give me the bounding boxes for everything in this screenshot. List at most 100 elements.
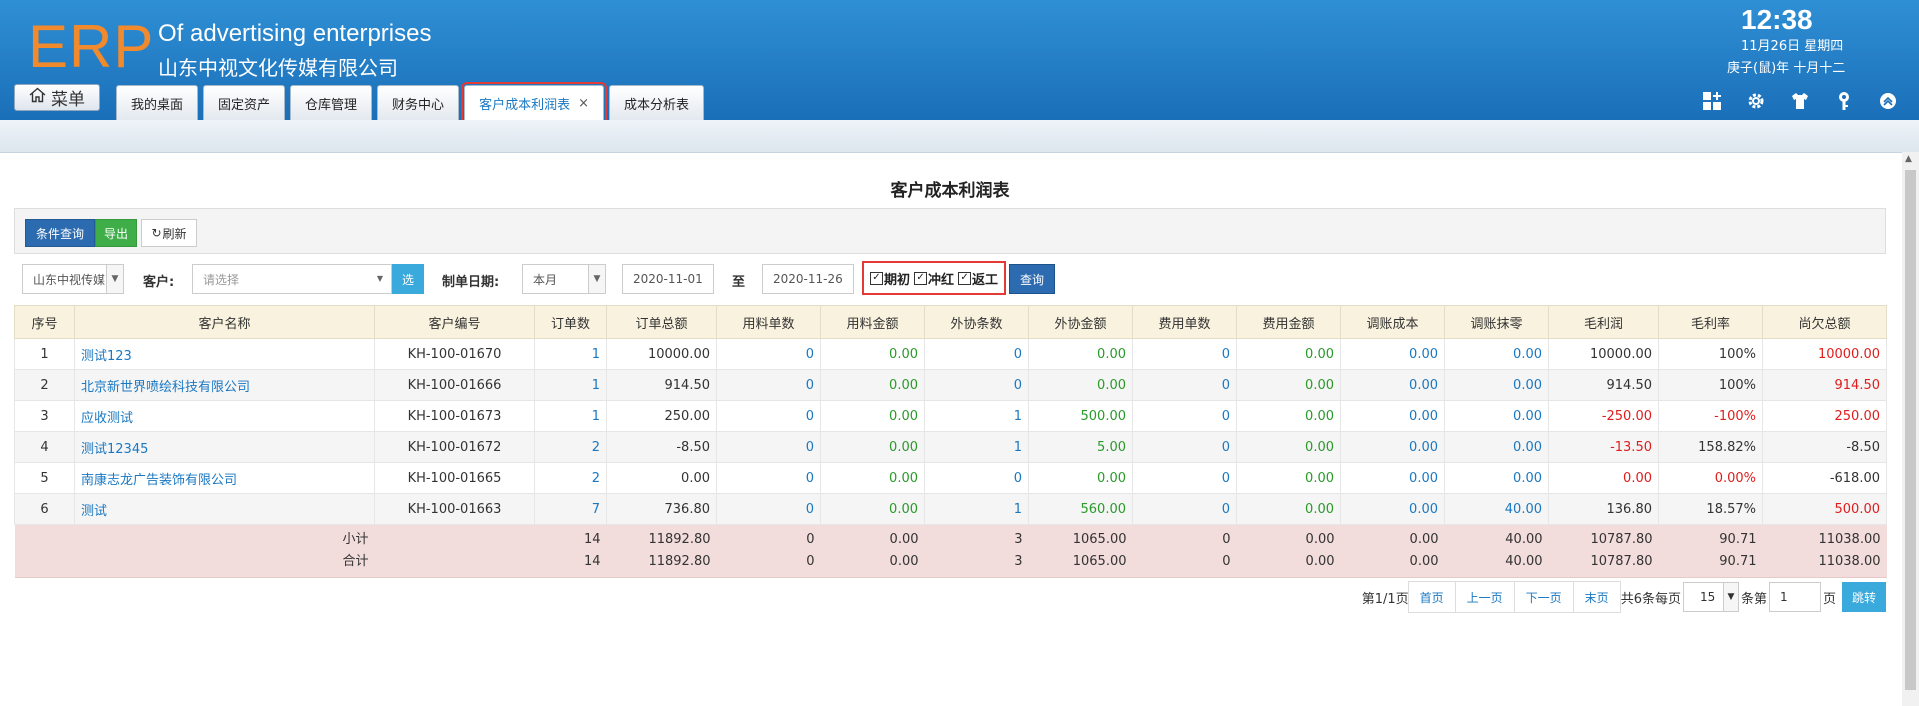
col-header[interactable]: 用料金额: [820, 305, 925, 339]
tab-fixed-assets[interactable]: 固定资产: [203, 85, 286, 120]
company-select[interactable]: 山东中视传媒 ▼: [22, 264, 124, 294]
orders-link[interactable]: 2: [534, 431, 607, 463]
col-header[interactable]: 外协条数: [924, 305, 1029, 339]
query-button[interactable]: 查询: [1009, 264, 1055, 294]
outsource-count-link[interactable]: 0: [924, 462, 1029, 494]
grid-add-icon[interactable]: [1701, 90, 1723, 112]
customer-select-button[interactable]: 选: [392, 264, 424, 294]
fee-count-link[interactable]: 0: [1132, 431, 1237, 463]
orders-link[interactable]: 7: [534, 493, 607, 525]
col-header[interactable]: 费用金额: [1236, 305, 1341, 339]
cell-code: KH-100-01670: [374, 338, 535, 370]
customer-link[interactable]: 北京新世界喷绘科技有限公司: [74, 369, 375, 401]
outsource-count-link[interactable]: 1: [924, 493, 1029, 525]
outsource-count-link[interactable]: 0: [924, 369, 1029, 401]
fee-count-link[interactable]: 0: [1132, 493, 1237, 525]
customer-link[interactable]: 应收测试: [74, 400, 375, 432]
condition-query-button[interactable]: 条件查询: [25, 219, 95, 247]
tab-cost-analysis[interactable]: 成本分析表: [608, 85, 704, 120]
shirt-icon[interactable]: [1789, 90, 1811, 112]
col-header[interactable]: 序号: [14, 305, 75, 339]
checkbox-opening[interactable]: ✓ 期初: [870, 269, 910, 288]
scroll-up-icon[interactable]: ▲: [1905, 154, 1912, 164]
customer-link[interactable]: 测试: [74, 493, 375, 525]
material-count-link[interactable]: 0: [716, 431, 821, 463]
tab-finance[interactable]: 财务中心: [377, 85, 460, 120]
vertical-scrollbar[interactable]: ▲: [1902, 152, 1919, 706]
fee-count-link[interactable]: 0: [1132, 462, 1237, 494]
col-header[interactable]: 外协金额: [1028, 305, 1133, 339]
col-header[interactable]: 订单数: [534, 305, 607, 339]
tab-customer-profit[interactable]: 客户成本利润表 ×: [461, 82, 607, 123]
customer-link[interactable]: 测试123: [74, 338, 375, 370]
cell-owed: 250.00: [1762, 400, 1887, 432]
main-menu-button[interactable]: 菜单: [14, 84, 100, 111]
collapse-up-icon[interactable]: [1877, 90, 1899, 112]
sum-outsource-amount: 1065.00: [1028, 524, 1133, 551]
outsource-count-link[interactable]: 1: [924, 400, 1029, 432]
material-count-link[interactable]: 0: [716, 493, 821, 525]
col-header[interactable]: 毛利润: [1548, 305, 1659, 339]
gear-icon[interactable]: [1745, 90, 1767, 112]
last-page-button[interactable]: 末页: [1572, 581, 1621, 613]
col-header[interactable]: 调账抹零: [1444, 305, 1549, 339]
customer-link[interactable]: 南康志龙广告装饰有限公司: [74, 462, 375, 494]
period-select[interactable]: 本月 ▼: [522, 264, 606, 294]
page-size-select[interactable]: 15 ▼: [1682, 582, 1739, 612]
cell-material-amount: 0.00: [820, 369, 925, 401]
material-count-link[interactable]: 0: [716, 338, 821, 370]
col-header[interactable]: 客户名称: [74, 305, 375, 339]
cell-order-total: 250.00: [606, 400, 717, 432]
orders-link[interactable]: 1: [534, 338, 607, 370]
customer-link[interactable]: 测试12345: [74, 431, 375, 463]
scrollbar-thumb[interactable]: [1905, 170, 1916, 690]
key-icon[interactable]: [1833, 90, 1855, 112]
date-from-input[interactable]: 2020-11-01: [622, 264, 714, 294]
fee-count-link[interactable]: 0: [1132, 338, 1237, 370]
col-header[interactable]: 订单总额: [606, 305, 717, 339]
tab-my-desktop[interactable]: 我的桌面: [116, 85, 199, 120]
col-header[interactable]: 尚欠总额: [1762, 305, 1887, 339]
chevron-down-icon: ▼: [106, 265, 123, 293]
go-to-page-button[interactable]: 跳转: [1842, 582, 1886, 612]
export-button[interactable]: 导出: [95, 219, 137, 247]
refresh-button[interactable]: ↻ 刷新: [141, 219, 197, 247]
total-profit: 10787.80: [1548, 551, 1659, 578]
material-count-link[interactable]: 0: [716, 400, 821, 432]
col-header[interactable]: 费用单数: [1132, 305, 1237, 339]
material-count-link[interactable]: 0: [716, 369, 821, 401]
fee-count-link[interactable]: 0: [1132, 400, 1237, 432]
date-to-input[interactable]: 2020-11-26: [762, 264, 854, 294]
first-page-button[interactable]: 首页: [1407, 581, 1456, 613]
tab-close-icon[interactable]: ×: [578, 96, 589, 111]
profit-table: 序号 客户名称 客户编号 订单数 订单总额 用料单数 用料金额 外协条数 外协金…: [14, 305, 1887, 578]
table-row: 3 应收测试 KH-100-01673 1 250.00 0 0.00 1 50…: [14, 400, 1887, 432]
checkbox-rework[interactable]: ✓ 返工: [958, 269, 998, 288]
table-row: 4 测试12345 KH-100-01672 2 -8.50 0 0.00 1 …: [14, 431, 1887, 463]
page-info: 第1/1页: [1361, 591, 1409, 607]
cell-owed: -618.00: [1762, 462, 1887, 494]
tab-warehouse[interactable]: 仓库管理: [290, 85, 373, 120]
prev-page-button[interactable]: 上一页: [1454, 581, 1515, 613]
tab-label: 我的桌面: [131, 97, 184, 113]
material-count-link[interactable]: 0: [716, 462, 821, 494]
col-header[interactable]: 客户编号: [374, 305, 535, 339]
col-header[interactable]: 毛利率: [1658, 305, 1763, 339]
customer-placeholder: 请选择: [203, 272, 240, 287]
orders-link[interactable]: 2: [534, 462, 607, 494]
col-header[interactable]: 用料单数: [716, 305, 821, 339]
page-number-input[interactable]: 1: [1768, 582, 1821, 612]
orders-link[interactable]: 1: [534, 369, 607, 401]
next-page-button[interactable]: 下一页: [1513, 581, 1574, 613]
customer-select[interactable]: 请选择 ▼: [192, 264, 392, 294]
checkbox-red-offset[interactable]: ✓ 冲红: [914, 269, 954, 288]
orders-link[interactable]: 1: [534, 400, 607, 432]
outsource-count-link[interactable]: 0: [924, 338, 1029, 370]
fee-count-link[interactable]: 0: [1132, 369, 1237, 401]
cell-code: KH-100-01665: [374, 462, 535, 494]
outsource-count-link[interactable]: 1: [924, 431, 1029, 463]
cell-adjust-round: 40.00: [1444, 493, 1549, 525]
sum-owed: 11038.00: [1762, 524, 1887, 551]
col-header[interactable]: 调账成本: [1340, 305, 1445, 339]
cell-fee-amount: 0.00: [1236, 369, 1341, 401]
